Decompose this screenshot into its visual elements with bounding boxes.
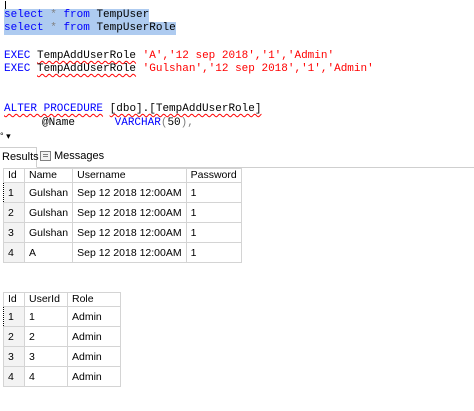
row-number[interactable]: 4 xyxy=(3,366,25,387)
string-args: 'A','12 sep 2018','1','Admin' xyxy=(142,50,335,62)
keyword: from xyxy=(63,9,90,21)
cell-role[interactable]: Admin xyxy=(67,326,121,347)
table-row[interactable]: 3 Gulshan Sep 12 2018 12:00AM 1 xyxy=(3,222,242,243)
results-grid-tempuserrole[interactable]: Id UserId Role 1 1 Admin 2 2 Admin 3 3 A… xyxy=(3,292,121,387)
column-header[interactable]: Id xyxy=(3,292,25,307)
cell-username[interactable]: Sep 12 2018 12:00AM xyxy=(72,222,187,243)
cell-name[interactable]: Gulshan xyxy=(23,202,74,223)
operator: * xyxy=(50,9,57,21)
keyword: from xyxy=(63,22,90,34)
column-header[interactable]: Name xyxy=(23,168,74,183)
row-number[interactable]: 2 xyxy=(3,202,25,223)
table-row[interactable]: 2 2 Admin xyxy=(3,326,121,347)
identifier: TempUserRole xyxy=(96,22,176,34)
keyword: ALTER PROCEDURE xyxy=(4,103,104,115)
cell-role[interactable]: Admin xyxy=(67,346,121,367)
keyword: EXEC xyxy=(4,63,31,75)
procedure-name: TempAddUserRole xyxy=(37,63,137,75)
table-row[interactable]: 1 1 Admin xyxy=(3,306,121,327)
cell-username[interactable]: Sep 12 2018 12:00AM xyxy=(72,202,187,223)
row-number[interactable]: 1 xyxy=(3,306,25,327)
code-line-exec-1[interactable]: EXEC TempAddUserRole 'A','12 sep 2018','… xyxy=(4,50,334,63)
row-number[interactable]: 4 xyxy=(3,242,25,263)
cell-userid[interactable]: 3 xyxy=(24,346,68,367)
punctuation: ), xyxy=(180,117,194,129)
table-row[interactable]: 3 3 Admin xyxy=(3,346,121,367)
table-row[interactable]: 4 A Sep 12 2018 12:00AM 1 xyxy=(3,242,242,263)
column-header[interactable]: UserId xyxy=(24,292,68,307)
code-line-select-tempuserrole[interactable]: select * from TempUserRole xyxy=(4,22,176,35)
zoom-dropdown[interactable]: ° ▾ xyxy=(0,131,11,141)
cell-password[interactable]: 1 xyxy=(185,222,242,243)
tab-messages-label: Messages xyxy=(54,150,105,162)
messages-icon xyxy=(40,151,51,161)
cell-name[interactable]: Gulshan xyxy=(23,182,74,203)
code-line-alter[interactable]: ALTER PROCEDURE [dbo].[TempAddUserRole] xyxy=(4,103,261,116)
identifier: TempUser xyxy=(96,9,150,21)
cell-role[interactable]: Admin xyxy=(67,366,121,387)
tab-results[interactable]: Results xyxy=(0,147,39,168)
column-header[interactable]: Username xyxy=(72,168,187,183)
cell-password[interactable]: 1 xyxy=(185,182,242,203)
results-grid-tempuser[interactable]: Id Name Username Password 1 Gulshan Sep … xyxy=(3,168,242,263)
row-number[interactable]: 3 xyxy=(3,346,25,367)
procedure-name: TempAddUserRole xyxy=(37,50,137,62)
row-number[interactable]: 2 xyxy=(3,326,25,347)
code-line-select-tempuser[interactable]: select * from TempUser xyxy=(4,9,150,22)
query-editor[interactable]: select * from TempUser select * from Tem… xyxy=(0,0,474,136)
cell-role[interactable]: Admin xyxy=(67,306,121,327)
operator: * xyxy=(50,22,57,34)
keyword: EXEC xyxy=(4,50,31,62)
table-row[interactable]: 2 Gulshan Sep 12 2018 12:00AM 1 xyxy=(3,202,242,223)
cell-name[interactable]: A xyxy=(23,242,74,263)
code-line-exec-2[interactable]: EXEC TempAddUserRole 'Gulshan','12 sep 2… xyxy=(4,63,374,76)
procedure-name: [dbo].[TempAddUserRole] xyxy=(109,103,262,115)
tab-messages[interactable]: Messages xyxy=(38,147,116,166)
code-line-param[interactable]: @Name VARCHAR(50), xyxy=(42,117,194,130)
keyword: select xyxy=(4,22,44,34)
cell-userid[interactable]: 2 xyxy=(24,326,68,347)
results-tabbar: Results Messages xyxy=(0,147,474,168)
table-row[interactable]: 1 Gulshan Sep 12 2018 12:00AM 1 xyxy=(3,182,242,203)
row-number[interactable]: 1 xyxy=(3,182,25,203)
cell-name[interactable]: Gulshan xyxy=(23,222,74,243)
cell-username[interactable]: Sep 12 2018 12:00AM xyxy=(72,242,187,263)
grid-header-row: Id Name Username Password xyxy=(3,168,242,183)
cell-password[interactable]: 1 xyxy=(185,202,242,223)
column-header[interactable]: Id xyxy=(3,168,25,183)
table-row[interactable]: 4 4 Admin xyxy=(3,366,121,387)
keyword: select xyxy=(4,9,44,21)
param-name: @Name xyxy=(42,117,76,129)
cell-password[interactable]: 1 xyxy=(185,242,242,263)
cell-userid[interactable]: 1 xyxy=(24,306,68,327)
grid-header-row: Id UserId Role xyxy=(3,292,121,307)
row-number[interactable]: 3 xyxy=(3,222,25,243)
cell-username[interactable]: Sep 12 2018 12:00AM xyxy=(72,182,187,203)
param-length: 50 xyxy=(167,117,181,129)
column-header[interactable]: Password xyxy=(185,168,242,183)
string-args: 'Gulshan','12 sep 2018','1','Admin' xyxy=(142,63,374,75)
keyword: VARCHAR xyxy=(114,117,161,129)
pane-splitter[interactable] xyxy=(0,132,474,140)
cell-userid[interactable]: 4 xyxy=(24,366,68,387)
column-header[interactable]: Role xyxy=(67,292,121,307)
